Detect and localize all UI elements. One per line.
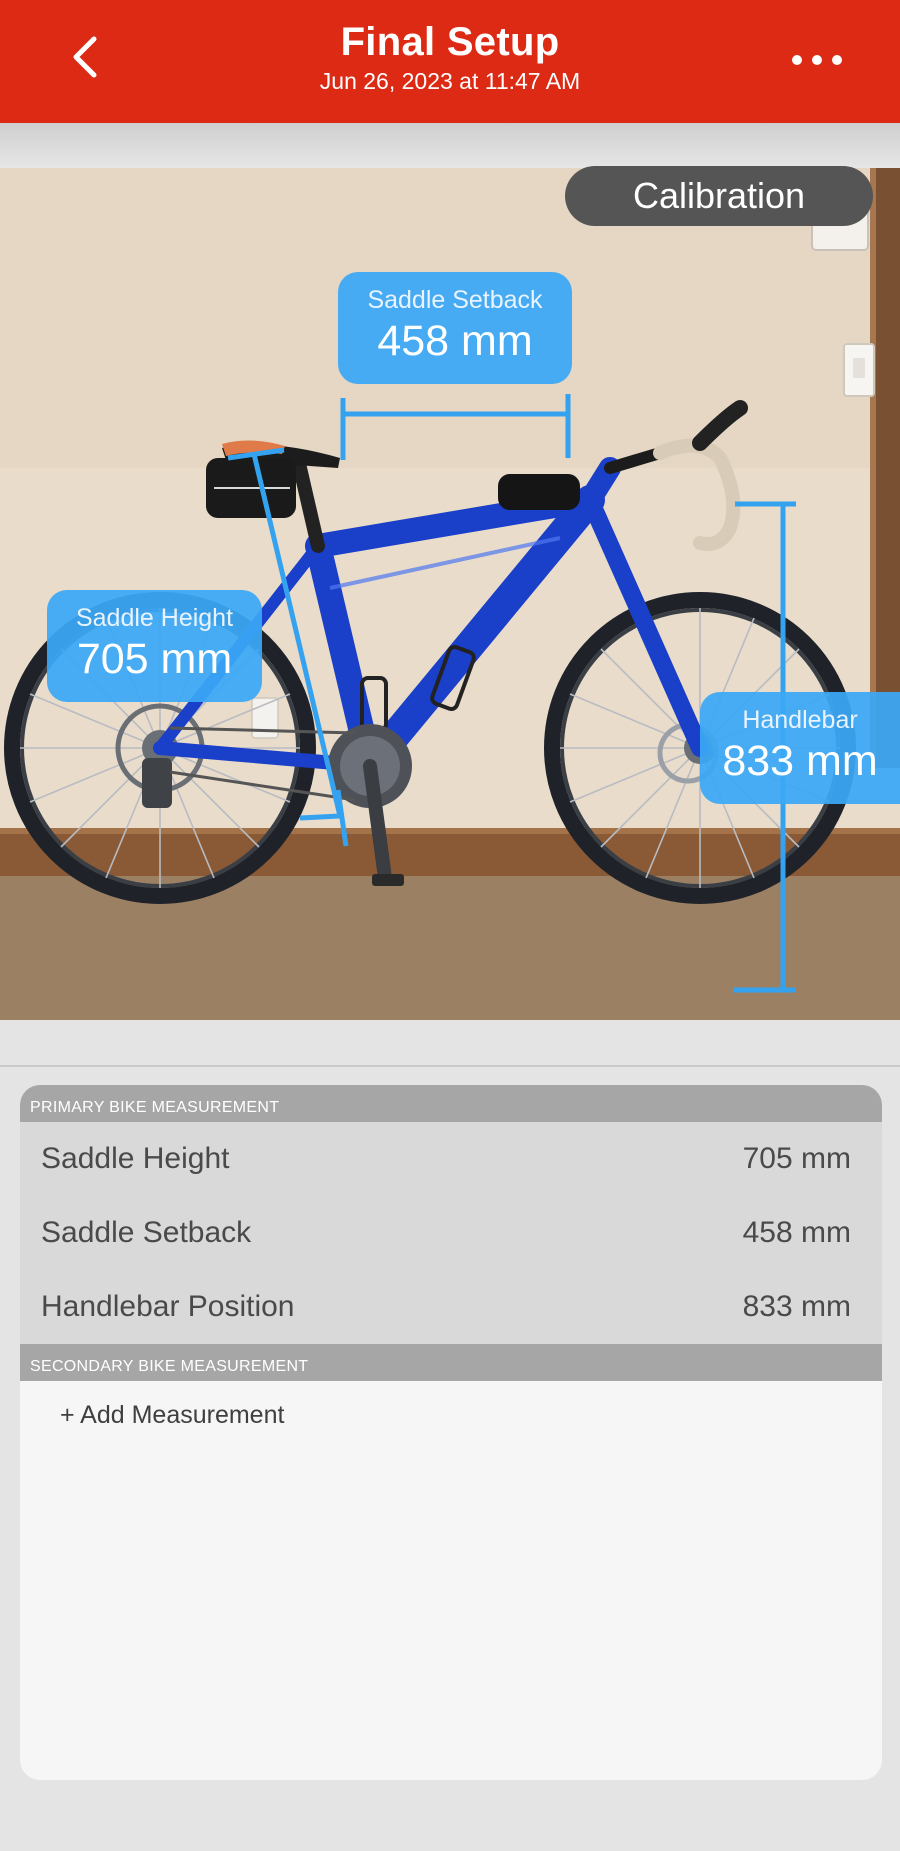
saddle-setback-tag-value: 458 mm	[377, 317, 533, 365]
section-divider	[0, 1065, 900, 1067]
primary-measurement-list: Saddle Height 705 mm Saddle Setback 458 …	[20, 1122, 882, 1344]
nav-header: Final Setup Jun 26, 2023 at 11:47 AM	[0, 0, 900, 123]
measurement-row-handlebar-position[interactable]: Handlebar Position 833 mm	[20, 1270, 882, 1344]
dot-icon	[812, 55, 822, 65]
calibration-button[interactable]: Calibration	[565, 166, 873, 226]
handlebar-tag-label: Handlebar	[742, 706, 858, 734]
measurement-row-saddle-setback[interactable]: Saddle Setback 458 mm	[20, 1196, 882, 1270]
measurement-label: Saddle Height	[41, 1142, 230, 1175]
measurement-label: Saddle Setback	[41, 1216, 252, 1249]
saddle-height-tag-value: 705 mm	[76, 635, 233, 683]
saddle-setback-tag[interactable]: Saddle Setback 458 mm	[338, 272, 572, 384]
secondary-section-header: SECONDARY BIKE MEASUREMENT	[20, 1344, 882, 1381]
dot-icon	[792, 55, 802, 65]
primary-section-header: PRIMARY BIKE MEASUREMENT	[20, 1085, 882, 1122]
add-measurement-button[interactable]: + Add Measurement	[60, 1401, 284, 1430]
saddle-setback-tag-label: Saddle Setback	[367, 286, 543, 314]
more-options-button[interactable]	[785, 38, 849, 82]
measurement-value: 458 mm	[742, 1216, 851, 1249]
measurement-row-saddle-height[interactable]: Saddle Height 705 mm	[20, 1122, 882, 1196]
measurement-label: Handlebar Position	[41, 1290, 295, 1323]
handlebar-tag[interactable]: Handlebar 833 mm	[700, 692, 900, 804]
page-subtitle: Jun 26, 2023 at 11:47 AM	[319, 68, 581, 94]
handlebar-tag-value: 833 mm	[722, 737, 878, 785]
measurement-card: PRIMARY BIKE MEASUREMENT Saddle Height 7…	[20, 1085, 882, 1780]
measurement-value: 705 mm	[742, 1142, 851, 1175]
measurement-value: 833 mm	[742, 1290, 851, 1323]
saddle-height-tag-label: Saddle Height	[75, 604, 234, 632]
dot-icon	[832, 55, 842, 65]
page-title: Final Setup	[340, 20, 560, 64]
header-shadow	[0, 123, 900, 168]
saddle-height-tag[interactable]: Saddle Height 705 mm	[47, 590, 262, 702]
